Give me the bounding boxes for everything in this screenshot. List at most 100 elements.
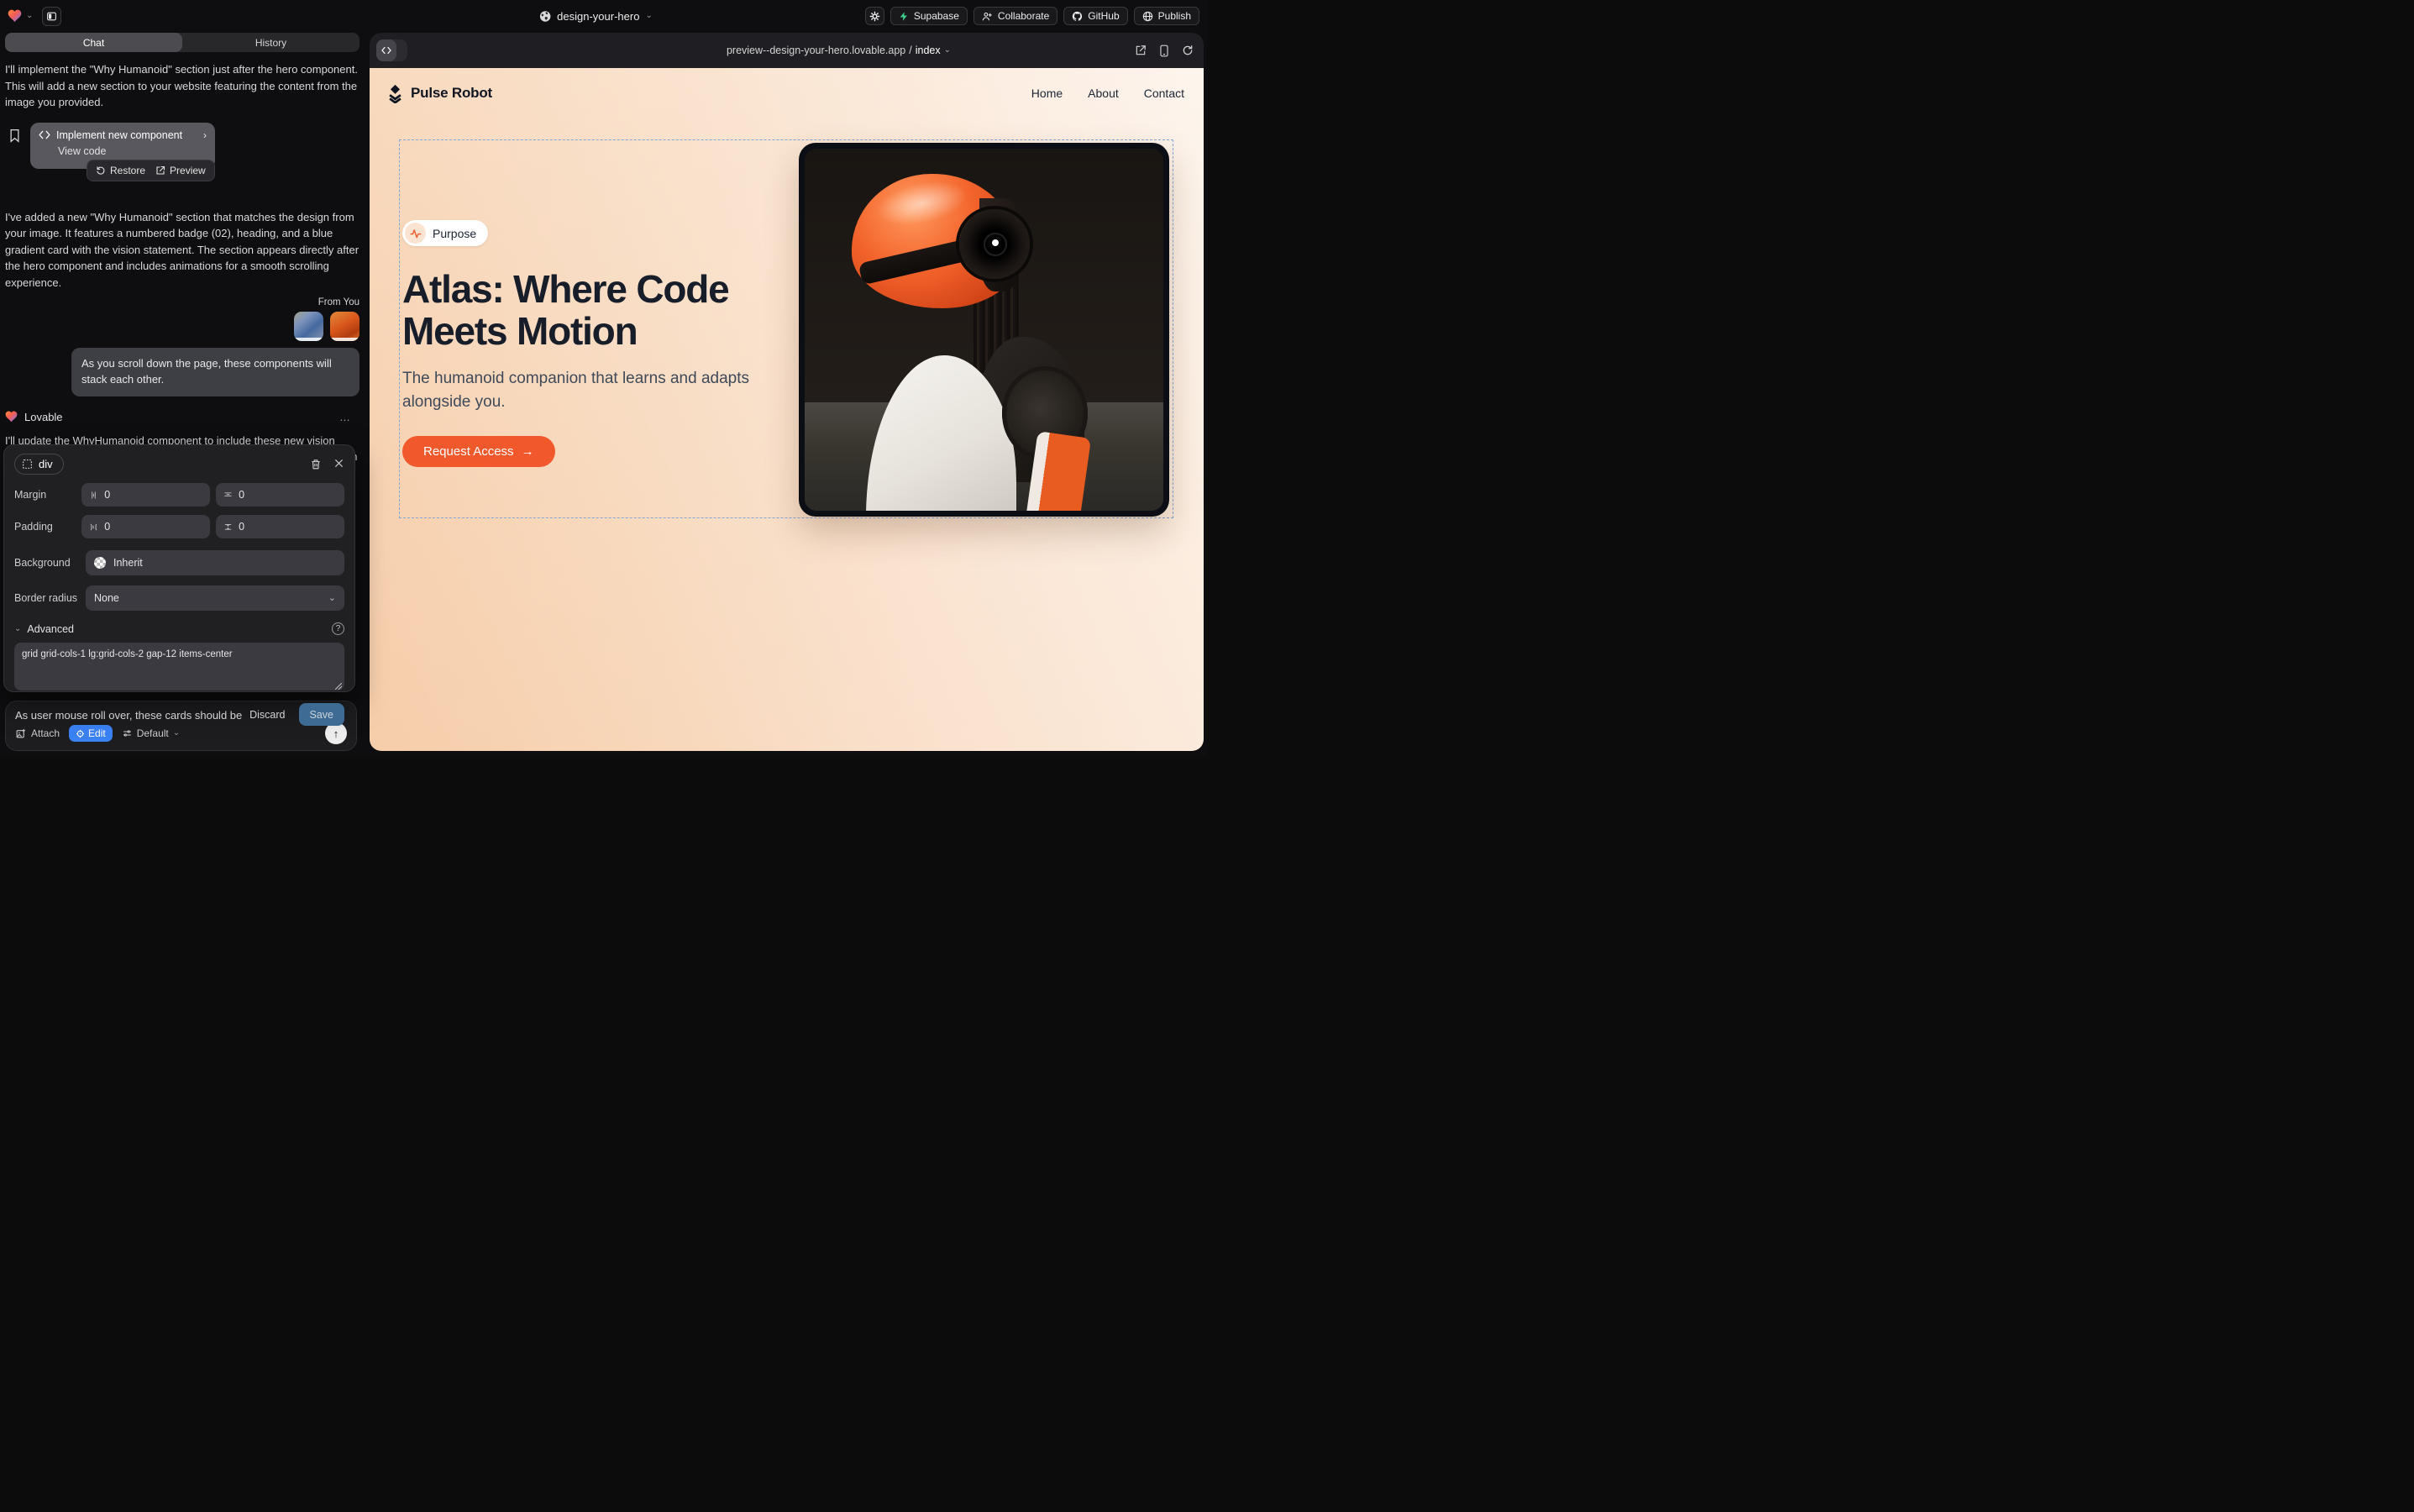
open-in-new-tab-icon[interactable] [1135,45,1147,56]
close-inspector-icon[interactable] [333,458,344,469]
attach-button[interactable]: Attach [15,727,60,739]
preview-toolbar: preview--design-your-hero.lovable.app / … [370,33,1204,68]
restore-button[interactable]: Restore [96,165,145,176]
margin-y-input[interactable]: 0 [216,483,344,507]
margin-x-icon [89,491,98,500]
padding-y-input[interactable]: 0 [216,515,344,538]
preview-button[interactable]: Preview [155,165,206,176]
attachment-thumbnails [5,312,359,341]
lovable-logo-icon[interactable] [8,9,22,23]
padding-x-input[interactable]: 0 [81,515,210,538]
purpose-badge: Purpose [402,220,488,246]
help-icon[interactable]: ? [332,622,344,635]
chat-tabs: Chat History [5,33,359,52]
component-chevron-right-icon: › [203,130,207,140]
arrow-right-icon: → [522,445,534,458]
view-code-link[interactable]: View code [58,145,207,157]
tab-history[interactable]: History [182,33,359,52]
collaborate-button[interactable]: Collaborate [973,7,1057,25]
margin-x-value: 0 [104,489,110,501]
robot-scene [805,149,1163,511]
card-hover-actions: Restore Preview [87,160,215,181]
tab-chat[interactable]: Chat [5,33,182,52]
request-access-button[interactable]: Request Access → [402,436,555,467]
advanced-chevron-down-icon[interactable]: ⌄ [14,625,21,633]
mobile-view-icon[interactable] [1159,45,1169,57]
supabase-label: Supabase [914,10,959,22]
margin-x-input[interactable]: 0 [81,483,210,507]
nav-about[interactable]: About [1088,87,1119,100]
target-icon [76,729,85,738]
preview-url-bar[interactable]: preview--design-your-hero.lovable.app / … [422,33,1204,68]
nav-home[interactable]: Home [1031,87,1063,100]
code-view-toggle[interactable] [376,39,407,61]
from-you-label: From You [5,297,359,307]
preview-url-separator: / [909,45,911,56]
collaborate-label: Collaborate [998,10,1049,22]
github-button[interactable]: GitHub [1063,7,1127,25]
pulse-icon [410,228,422,239]
selected-element-tag: div [39,458,53,470]
preview-panel: preview--design-your-hero.lovable.app / … [370,33,1204,751]
supabase-button[interactable]: Supabase [890,7,968,25]
github-label: GitHub [1088,10,1119,22]
border-radius-select[interactable]: None ⌄ [86,585,344,611]
collaborate-icon [982,11,993,22]
attachment-thumbnail-blue[interactable] [294,312,323,341]
attachment-thumbnail-orange[interactable] [330,312,359,341]
assistant-message-1: I'll implement the "Why Humanoid" sectio… [5,61,359,111]
project-selector[interactable]: design-your-hero ⌄ [538,10,653,23]
lovable-heart-icon [5,411,18,423]
restore-icon [96,165,106,176]
gear-icon [869,11,880,22]
url-chevron-down-icon: ⌄ [944,46,951,55]
advanced-label: Advanced [27,623,74,635]
purpose-badge-label: Purpose [433,227,476,240]
dashed-selection-icon [22,459,33,470]
hero-content: Purpose Atlas: Where Code Meets Motion T… [402,220,806,467]
top-bar: ⌄ design-your-hero ⌄ [0,0,1207,32]
publish-button[interactable]: Publish [1134,7,1199,25]
robot-camera-lens [959,209,1030,279]
hero-heading: Atlas: Where Code Meets Motion [402,268,806,352]
assistant-name: Lovable [24,411,63,423]
edit-mode-button[interactable]: Edit [69,725,113,742]
toggle-sidebar-button[interactable] [42,7,61,26]
padding-x-icon [89,522,98,532]
hero-section-selected[interactable]: Purpose Atlas: Where Code Meets Motion T… [399,139,1173,518]
margin-y-value: 0 [239,489,244,501]
site-header: Pulse Robot Home About Contact [370,78,1204,108]
message-menu-icon[interactable]: … [339,412,351,423]
github-icon [1072,11,1083,22]
publish-globe-icon [1142,11,1153,22]
background-input[interactable]: Inherit [86,550,344,575]
nav-contact[interactable]: Contact [1144,87,1184,100]
select-chevron-down-icon: ⌄ [328,594,336,603]
site-nav: Home About Contact [1031,87,1184,100]
mode-label: Default [137,727,169,739]
discard-button[interactable]: Discard [249,709,285,721]
settings-button[interactable] [865,7,884,25]
layers-logo-icon [386,84,404,103]
advanced-classes-textarea[interactable]: grid grid-cols-1 lg:grid-cols-2 gap-12 i… [14,643,344,690]
mode-selector[interactable]: Default ⌄ [122,727,180,739]
sidebar-icon [46,11,57,22]
bookmark-icon[interactable] [8,129,21,143]
margin-y-icon [223,491,233,500]
selected-element-chip[interactable]: div [14,454,64,475]
margin-label: Margin [14,489,81,501]
padding-label: Padding [14,521,81,533]
robot-helmet-gloss [872,174,971,233]
site-brand[interactable]: Pulse Robot [386,84,492,103]
preview-page: index [916,45,941,56]
assistant-header: Lovable … [5,411,359,423]
preview-label: Preview [170,165,206,176]
attach-image-icon [15,728,27,739]
logo-chevron-down-icon[interactable]: ⌄ [26,12,33,20]
project-name: design-your-hero [557,10,639,23]
save-button[interactable]: Save [299,703,345,726]
refresh-icon[interactable] [1182,45,1194,56]
hero-subheading: The humanoid companion that learns and a… [402,367,764,413]
site-brand-name: Pulse Robot [411,85,492,102]
delete-element-icon[interactable] [310,458,322,470]
